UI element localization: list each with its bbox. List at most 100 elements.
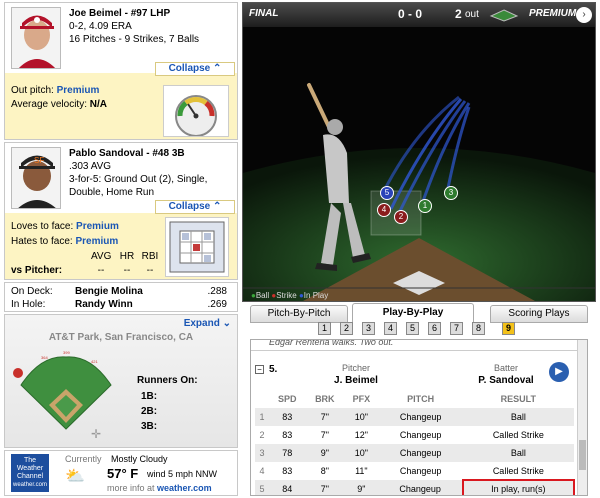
inning-button-3[interactable]: 3	[362, 322, 375, 335]
velocity-value: N/A	[89, 99, 107, 110]
vs-pitcher-label: vs Pitcher:	[11, 265, 63, 276]
play-video-icon[interactable]: ▶	[549, 362, 569, 382]
runner-2b-label: 2B:	[141, 406, 158, 417]
inning-button-8[interactable]: 8	[472, 322, 485, 335]
pitcher-collapse-label: Collapse	[168, 63, 211, 74]
diamond-icon	[489, 9, 519, 22]
inning-button-6[interactable]: 6	[428, 322, 441, 335]
pitch-marker-4[interactable]: 4	[377, 203, 391, 217]
inning-button-5[interactable]: 5	[406, 322, 419, 335]
col-brk: BRK	[315, 394, 335, 404]
batter-column-label: Batter	[493, 363, 518, 373]
pitcher-photo	[11, 7, 61, 69]
col-pitch: PITCH	[407, 394, 435, 404]
vs-avg: --	[97, 265, 105, 276]
row-pitch: Changeup	[399, 466, 442, 476]
loves-row: Loves to face: Premium	[11, 221, 119, 232]
row-brk: 8"	[320, 466, 329, 476]
pitch-marker-3[interactable]: 3	[444, 186, 458, 200]
play-scrollbar[interactable]	[577, 340, 587, 495]
stat-header-hr: HR	[119, 251, 135, 262]
table-row[interactable]: 4 83 8" 11" Changeup Called Strike	[255, 462, 574, 480]
batter-line2: Double, Home Run	[69, 187, 155, 198]
weather-link[interactable]: weather.com	[157, 483, 212, 493]
inning-button-7[interactable]: 7	[450, 322, 463, 335]
col-result: RESULT	[500, 394, 536, 404]
tab-scoring-plays[interactable]: Scoring Plays	[490, 305, 588, 323]
vs-hr: --	[123, 265, 131, 276]
vs-rbi: --	[146, 265, 154, 276]
park-expand-button[interactable]: Expand ⌄	[184, 318, 231, 329]
row-pitch: Changeup	[399, 430, 442, 440]
batter-panel: SF Pablo Sandoval - #48 3B .303 AVG 3-fo…	[4, 142, 238, 280]
park-expand-label: Expand	[183, 318, 220, 329]
weather-wind: wind 5 mph NNW	[147, 469, 218, 479]
scrollbar-thumb[interactable]	[579, 440, 586, 470]
out-pitch-label: Out pitch:	[11, 85, 54, 96]
right-column: FINAL 0 - 0 2 out PREMIUM › 5 3 1 4 2 ●B…	[242, 2, 596, 496]
batter-line1: 3-for-5: Ground Out (2), Single,	[69, 174, 208, 185]
inning-button-4[interactable]: 4	[384, 322, 397, 335]
hates-label: Hates to face:	[11, 236, 73, 247]
field-legend: ●Ball ●Strike ●In Play	[251, 291, 328, 300]
row-index: 1	[259, 412, 265, 422]
weather-channel-logo[interactable]: The Weather Channel weather.com	[11, 454, 49, 492]
in-hole-name: Randy Winn	[75, 299, 133, 310]
pitch-marker-1[interactable]: 1	[418, 199, 432, 213]
row-result: Ball	[510, 448, 526, 458]
play-pitcher-name: J. Beimel	[334, 375, 378, 386]
on-deck-panel: On Deck: Bengie Molina .288 In Hole: Ran…	[4, 282, 238, 312]
pitch-table: SPD BRK PFX PITCH RESULT 1 83 7" 10" Cha…	[255, 390, 576, 495]
row-spd: 83	[282, 466, 293, 476]
row-pfx: 11"	[355, 466, 368, 476]
gameday-field: FINAL 0 - 0 2 out PREMIUM › 5 3 1 4 2 ●B…	[242, 2, 596, 302]
row-pitch: Changeup	[399, 448, 442, 458]
park-name: AT&T Park, San Francisco, CA	[48, 332, 194, 343]
weather-more-prefix: more info at	[107, 483, 155, 493]
batter-collapse-button[interactable]: Collapse ⌃	[155, 200, 235, 214]
pitch-marker-5[interactable]: 5	[380, 186, 394, 200]
out-pitch-value[interactable]: Premium	[57, 85, 100, 96]
legend-ball: Ball	[255, 291, 270, 300]
pitcher-name: Joe Beimel - #97 LHP	[69, 8, 171, 19]
forward-icon[interactable]: ›	[576, 7, 592, 23]
pitcher-collapse-button[interactable]: Collapse ⌃	[155, 62, 235, 76]
tab-pitch-by-pitch[interactable]: Pitch-By-Pitch	[250, 305, 348, 323]
row-index: 3	[259, 448, 265, 458]
inning-button-2[interactable]: 2	[340, 322, 353, 335]
runner-1b-label: 1B:	[141, 391, 158, 402]
tab-play-by-play[interactable]: Play-By-Play	[352, 303, 474, 323]
pitch-marker-2[interactable]: 2	[394, 210, 408, 224]
weather-temp: 57° F	[107, 466, 139, 481]
premium-link[interactable]: PREMIUM	[529, 8, 576, 19]
inning-button-9[interactable]: 9	[502, 322, 515, 335]
inning-button-1[interactable]: 1	[318, 322, 331, 335]
on-deck-avg: .288	[207, 286, 227, 297]
row-result: Called Strike	[492, 430, 544, 440]
runners-on-title: Runners On:	[137, 375, 198, 386]
weather-currently: Currently	[65, 454, 102, 464]
table-row[interactable]: 5 84 7" 9" Changeup In play, run(s)	[255, 479, 576, 495]
legend-in-play: In Play	[303, 291, 329, 300]
loves-value[interactable]: Premium	[76, 221, 119, 232]
table-row[interactable]: 3 78 9" 10" Changeup Ball	[255, 444, 574, 462]
collapse-play-icon[interactable]: −	[255, 365, 264, 374]
pitcher-record: 0-2, 4.09 ERA	[69, 21, 132, 32]
cloud-sun-icon: ⛅	[65, 468, 85, 485]
loves-label: Loves to face:	[11, 221, 74, 232]
hates-value[interactable]: Premium	[75, 236, 118, 247]
col-spd: SPD	[278, 394, 297, 404]
velocity-label: Average velocity:	[11, 99, 87, 110]
runner-3b-label: 3B:	[141, 421, 158, 432]
row-pitch: Changeup	[399, 412, 442, 422]
row-spd: 84	[282, 484, 293, 494]
left-column: Joe Beimel - #97 LHP 0-2, 4.09 ERA 16 Pi…	[4, 2, 238, 496]
pitcher-pitch-count: 16 Pitches - 9 Strikes, 7 Balls	[69, 34, 200, 45]
svg-text:SF: SF	[34, 156, 44, 165]
table-row[interactable]: 2 83 7" 12" Changeup Called Strike	[255, 426, 574, 444]
table-row[interactable]: 1 83 7" 10" Changeup Ball	[255, 408, 574, 426]
row-result: Ball	[510, 412, 526, 422]
weather-condition: Mostly Cloudy	[111, 454, 168, 464]
play-by-play-panel: Edgar Renteria walks. Two out. − 5. Pitc…	[250, 339, 588, 496]
svg-text:421: 421	[91, 359, 98, 364]
